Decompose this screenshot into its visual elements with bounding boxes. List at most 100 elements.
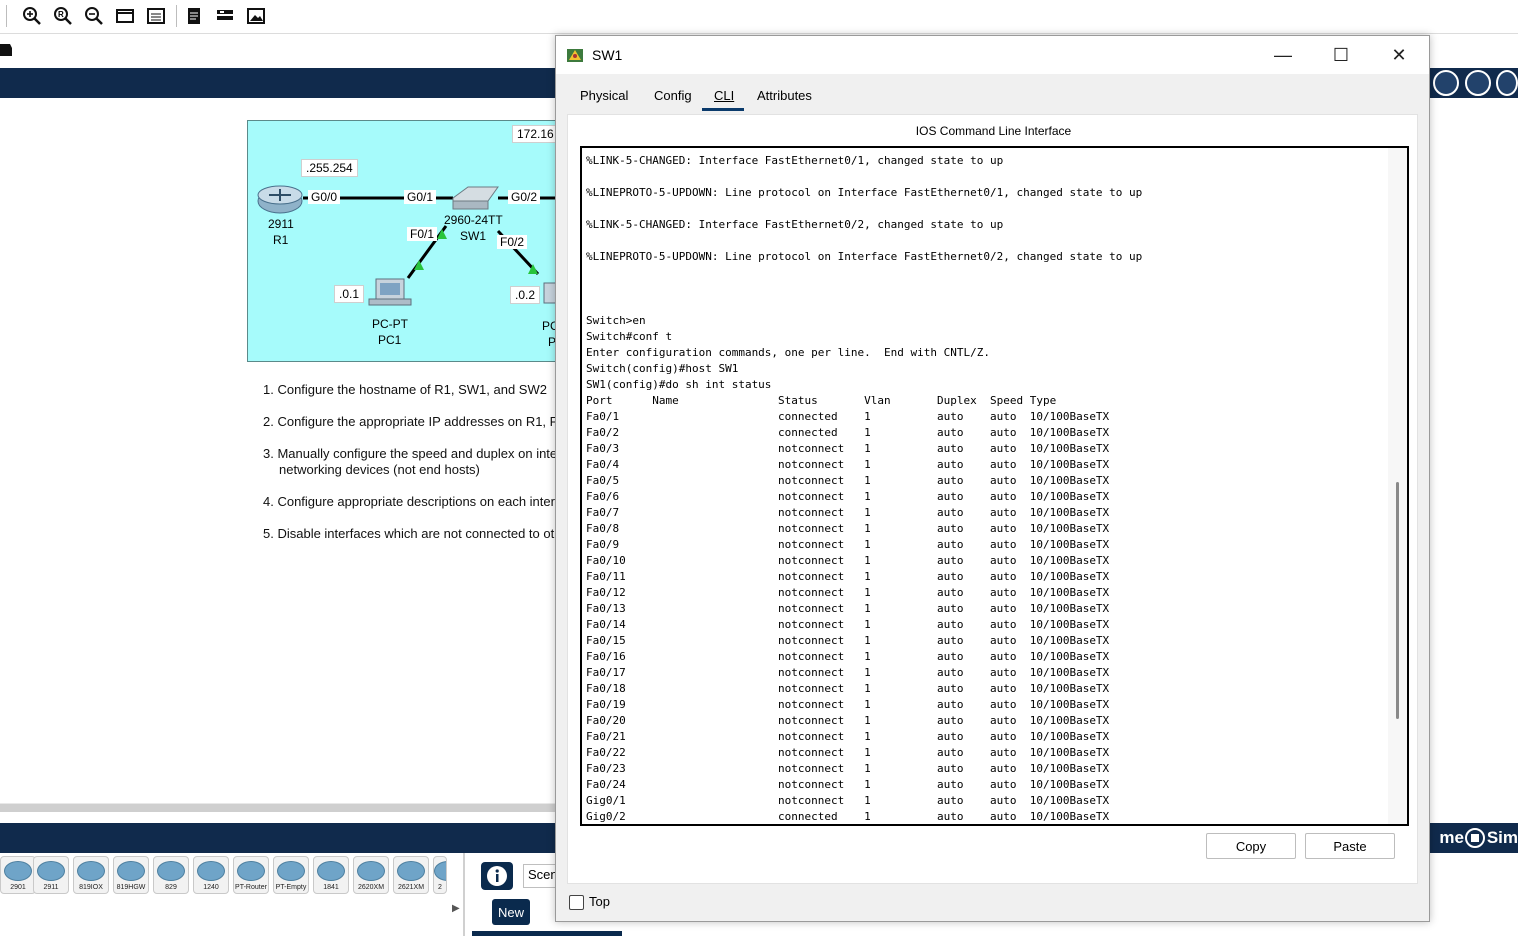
device-name: 2901 — [10, 884, 26, 891]
task-item: 5. Disable interfaces which are not conn… — [263, 526, 555, 541]
window-title: SW1 — [592, 47, 623, 63]
move-layout-icon[interactable] — [1433, 70, 1459, 96]
device-name: 819HGW — [116, 884, 146, 891]
device-name: 2621XM — [397, 884, 425, 891]
device-item[interactable]: 819IOX — [73, 856, 109, 894]
simulation-mode-button[interactable]: Sim — [1465, 823, 1518, 853]
simulation-mode-label: Sim — [1486, 828, 1518, 847]
device-item[interactable]: 2 — [433, 856, 447, 894]
zoom-out-icon[interactable] — [83, 5, 105, 27]
expand-arrow-icon[interactable]: ▶ — [452, 903, 460, 914]
device-item[interactable]: 1841 — [313, 856, 349, 894]
copy-button[interactable]: Copy — [1206, 833, 1296, 859]
viewport-icon[interactable] — [1465, 70, 1491, 96]
top-checkbox-label: Top — [589, 894, 610, 909]
logical-view-icon[interactable] — [0, 42, 12, 58]
device-name: 2620XM — [357, 884, 385, 891]
note-icon[interactable] — [183, 5, 205, 27]
toolbar-separator — [6, 5, 7, 27]
tab-physical[interactable]: Physical — [578, 88, 630, 103]
device-item[interactable]: 2911 — [33, 856, 69, 894]
main-toolbar: R — [0, 0, 1518, 34]
minimize-button[interactable]: — — [1254, 36, 1312, 74]
r1-model-label: 2911 — [268, 217, 294, 231]
device-item[interactable]: 829 — [153, 856, 189, 894]
device-item[interactable]: 1240 — [193, 856, 229, 894]
active-tab-indicator — [702, 108, 744, 111]
cli-panel: IOS Command Line Interface %LINK-5-CHANG… — [567, 114, 1418, 884]
topology-diagram: 172.16 .255.254 .0.1 .0.2 G0/0 G0/1 G0/2… — [247, 120, 557, 362]
r1-name-label: R1 — [273, 233, 289, 247]
tab-config[interactable]: Config — [652, 88, 694, 103]
panel-divider — [463, 853, 465, 936]
window-titlebar[interactable]: SW1 — ☐ ✕ — [556, 36, 1429, 74]
task-item: 1. Configure the hostname of R1, SW1, an… — [263, 382, 547, 397]
link-up-indicator — [414, 260, 424, 270]
device-name: 2911 — [43, 884, 59, 891]
device-item[interactable]: PT-Empty — [273, 856, 309, 894]
cluster-icon[interactable] — [1496, 70, 1518, 96]
pc1-ip-label: .0.1 — [334, 285, 365, 303]
list-window-icon[interactable] — [145, 5, 167, 27]
svg-text:R: R — [58, 10, 64, 19]
switch-icon — [452, 186, 499, 202]
pc1-name-label: PC1 — [378, 333, 402, 347]
terminal[interactable]: %LINK-5-CHANGED: Interface FastEthernet0… — [580, 146, 1409, 826]
task-item: 2. Configure the appropriate IP addresse… — [263, 414, 558, 429]
device-item[interactable]: 819HGW — [113, 856, 149, 894]
sw1-port-f02-label: F0/2 — [497, 235, 528, 249]
task-item-continued: networking devices (not end hosts) — [279, 462, 480, 477]
toolbar-separator — [176, 5, 177, 27]
new-scenario-button[interactable]: New — [492, 899, 530, 925]
workspace-horizontal-scrollbar[interactable] — [0, 803, 556, 812]
drawing-palette-icon[interactable] — [214, 5, 236, 27]
network-address-label: 172.16 — [512, 125, 557, 143]
right-toolbar — [1430, 68, 1518, 98]
task-item: 3. Manually configure the speed and dupl… — [263, 446, 558, 461]
device-name: 829 — [165, 884, 177, 891]
device-item[interactable]: 2621XM — [393, 856, 429, 894]
pc1-model-label: PC-PT — [372, 317, 408, 331]
info-button[interactable] — [481, 862, 513, 890]
picture-icon[interactable] — [245, 5, 267, 27]
device-palette: 2901 2911 819IOX 819HGW 829 1240 PT-Rout… — [0, 853, 556, 936]
zoom-reset-icon[interactable]: R — [52, 5, 74, 27]
sw1-model-label: 2960-24TT — [444, 213, 503, 227]
realtime-mode-label: me — [1439, 828, 1464, 847]
sw1-port-g02-label: G0/2 — [508, 190, 541, 204]
device-name: 2 — [438, 884, 442, 891]
device-item[interactable]: 2620XM — [353, 856, 389, 894]
device-window: SW1 — ☐ ✕ Physical Config CLI Attributes… — [555, 35, 1430, 922]
pc2-ip-label: .0.2 — [510, 286, 541, 304]
tab-cli[interactable]: CLI — [712, 88, 736, 103]
maximize-button[interactable]: ☐ — [1312, 36, 1370, 74]
simulation-icon — [1465, 828, 1485, 848]
sw1-port-f01-label: F0/1 — [407, 227, 438, 241]
r1-ip-label: .255.254 — [301, 159, 358, 177]
device-name: 819IOX — [79, 884, 103, 891]
tab-attributes[interactable]: Attributes — [755, 88, 814, 103]
r1-port-label: G0/0 — [308, 190, 341, 204]
sw1-name-label: SW1 — [460, 229, 487, 243]
paste-button[interactable]: Paste — [1305, 833, 1395, 859]
terminal-scrollbar[interactable] — [1388, 148, 1407, 824]
packet-tracer-app-icon — [567, 49, 583, 62]
realtime-mode-button[interactable]: me — [1430, 823, 1464, 853]
top-checkbox[interactable] — [569, 895, 584, 910]
window-icon[interactable] — [114, 5, 136, 27]
close-button[interactable]: ✕ — [1370, 36, 1428, 74]
device-item[interactable]: 2901 — [0, 856, 36, 894]
task-item: 4. Configure appropriate descriptions on… — [263, 494, 559, 509]
terminal-output[interactable]: %LINK-5-CHANGED: Interface FastEthernet0… — [586, 153, 1142, 824]
info-icon — [487, 866, 507, 886]
device-name: 1841 — [323, 884, 339, 891]
scenario-select[interactable]: Scen — [523, 864, 558, 888]
device-name: PT-Empty — [275, 884, 307, 891]
device-item[interactable]: PT-Router — [233, 856, 269, 894]
bottom-status-strip — [472, 931, 622, 936]
window-tabs: Physical Config CLI Attributes — [568, 84, 1414, 114]
device-name: 1240 — [203, 884, 219, 891]
terminal-scrollbar-thumb[interactable] — [1396, 482, 1399, 719]
zoom-in-icon[interactable] — [21, 5, 43, 27]
cli-header: IOS Command Line Interface — [915, 124, 1072, 138]
